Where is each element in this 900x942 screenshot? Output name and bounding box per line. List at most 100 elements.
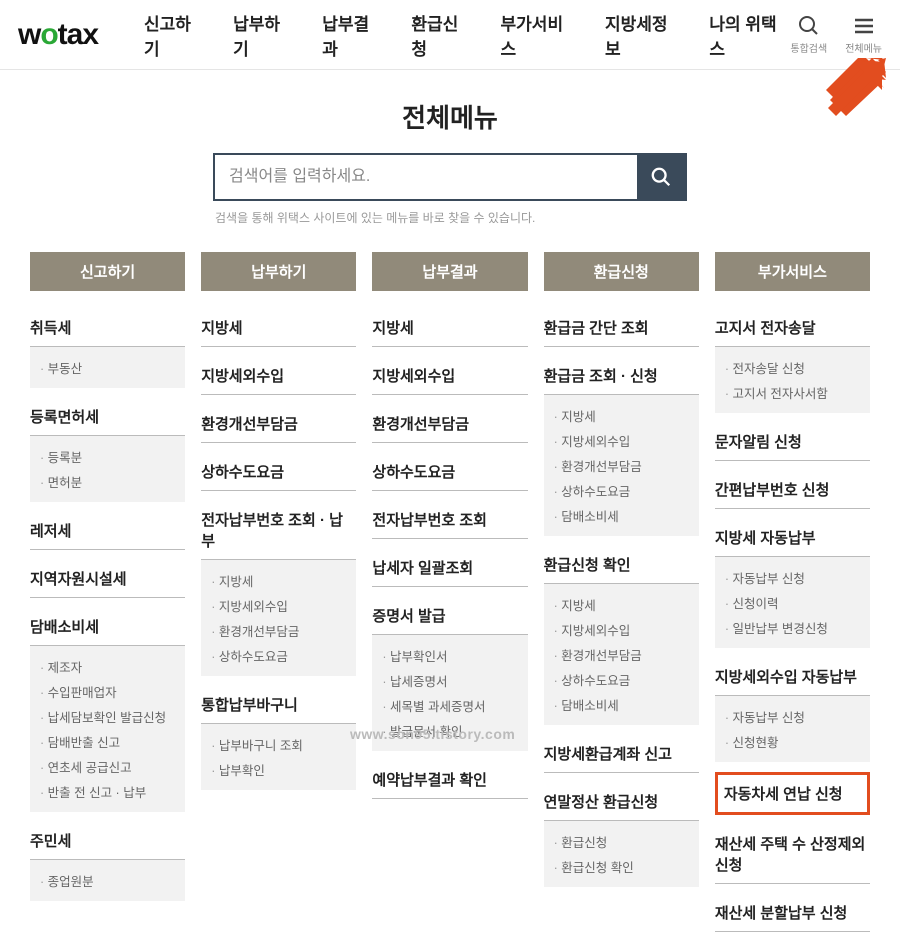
section-title[interactable]: 지방세외수입 자동납부 bbox=[715, 658, 870, 696]
column-header[interactable]: 납부결과 bbox=[372, 252, 527, 291]
nav-item[interactable]: 납부결과 bbox=[322, 10, 383, 60]
search-button[interactable] bbox=[637, 155, 685, 199]
section-title[interactable]: 간편납부번호 신청 bbox=[715, 471, 870, 509]
section-title[interactable]: 주민세 bbox=[30, 822, 185, 860]
section-title[interactable]: 상하수도요금 bbox=[372, 453, 527, 491]
nav-item[interactable]: 지방세정보 bbox=[605, 10, 681, 60]
list-item[interactable]: 자동납부 신청 bbox=[725, 704, 860, 729]
column-header[interactable]: 납부하기 bbox=[201, 252, 356, 291]
header-icons: 통합검색 전체메뉴 bbox=[790, 14, 882, 55]
list-item[interactable]: 지방세 bbox=[554, 403, 689, 428]
nav-item[interactable]: 신고하기 bbox=[144, 10, 205, 60]
menu-column: 납부결과지방세지방세외수입환경개선부담금상하수도요금전자납부번호 조회납세자 일… bbox=[372, 252, 527, 942]
column-header[interactable]: 환급신청 bbox=[544, 252, 699, 291]
section-title[interactable]: 환급신청 확인 bbox=[544, 546, 699, 584]
list-item[interactable]: 담배반출 신고 bbox=[40, 729, 175, 754]
list-item[interactable]: 전자송달 신청 bbox=[725, 355, 860, 380]
section-title[interactable]: 취득세 bbox=[30, 309, 185, 347]
menu-column: 신고하기취득세부동산등록면허세등록분면허분레저세지역자원시설세담배소비세제조자수… bbox=[30, 252, 185, 942]
sub-list: 부동산 bbox=[30, 347, 185, 388]
section-title[interactable]: 증명서 발급 bbox=[372, 597, 527, 635]
section-title[interactable]: 고지서 전자송달 bbox=[715, 309, 870, 347]
section-title[interactable]: 지방세환급계좌 신고 bbox=[544, 735, 699, 773]
nav-item[interactable]: 환급신청 bbox=[411, 10, 472, 60]
list-item[interactable]: 제조자 bbox=[40, 654, 175, 679]
list-item[interactable]: 환경개선부담금 bbox=[554, 642, 689, 667]
list-item[interactable]: 연초세 공급신고 bbox=[40, 754, 175, 779]
list-item[interactable]: 고지서 전자사서함 bbox=[725, 380, 860, 405]
logo[interactable]: wotax bbox=[18, 18, 98, 52]
list-item[interactable]: 수입판매업자 bbox=[40, 679, 175, 704]
section-title[interactable]: 지방세 자동납부 bbox=[715, 519, 870, 557]
list-item[interactable]: 지방세 bbox=[554, 592, 689, 617]
list-item[interactable]: 면허분 bbox=[40, 469, 175, 494]
list-item[interactable]: 지방세외수입 bbox=[211, 593, 346, 618]
list-item[interactable]: 납부확인서 bbox=[382, 643, 517, 668]
list-item[interactable]: 상하수도요금 bbox=[211, 643, 346, 668]
search-icon-label: 통합검색 bbox=[790, 40, 827, 55]
list-item[interactable]: 환급신청 bbox=[554, 829, 689, 854]
section-title[interactable]: 전자납부번호 조회 bbox=[372, 501, 527, 539]
list-item[interactable]: 세목별 과세증명서 bbox=[382, 693, 517, 718]
section-title[interactable]: 연말정산 환급신청 bbox=[544, 783, 699, 821]
list-item[interactable]: 신청현황 bbox=[725, 729, 860, 754]
list-item[interactable]: 상하수도요금 bbox=[554, 478, 689, 503]
list-item[interactable]: 종업원분 bbox=[40, 868, 175, 893]
search-icon bbox=[650, 166, 672, 188]
section-title[interactable]: 예약납부결과 확인 bbox=[372, 761, 527, 799]
list-item[interactable]: 납부확인 bbox=[211, 757, 346, 782]
nav-item[interactable]: 납부하기 bbox=[233, 10, 294, 60]
list-item[interactable]: 일반납부 변경신청 bbox=[725, 615, 860, 640]
list-item[interactable]: 상하수도요금 bbox=[554, 667, 689, 692]
section-title[interactable]: 환급금 조회 · 신청 bbox=[544, 357, 699, 395]
section-title[interactable]: 레저세 bbox=[30, 512, 185, 550]
top-nav: 신고하기 납부하기 납부결과 환급신청 부가서비스 지방세정보 나의 위택스 bbox=[144, 10, 790, 60]
section-title[interactable]: 납세자 일괄조회 bbox=[372, 549, 527, 587]
list-item[interactable]: 환경개선부담금 bbox=[211, 618, 346, 643]
list-item[interactable]: 신청이력 bbox=[725, 590, 860, 615]
section-title[interactable]: 지역자원시설세 bbox=[30, 560, 185, 598]
list-item[interactable]: 환경개선부담금 bbox=[554, 453, 689, 478]
list-item[interactable]: 납부바구니 조회 bbox=[211, 732, 346, 757]
section-title[interactable]: 전자납부번호 조회 · 납부 bbox=[201, 501, 356, 560]
nav-item[interactable]: 부가서비스 bbox=[501, 10, 577, 60]
section-title[interactable]: 환경개선부담금 bbox=[372, 405, 527, 443]
section-title[interactable]: 환경개선부담금 bbox=[201, 405, 356, 443]
section-title[interactable]: 환급금 간단 조회 bbox=[544, 309, 699, 347]
section-title[interactable]: 통합납부바구니 bbox=[201, 686, 356, 724]
list-item[interactable]: 담배소비세 bbox=[554, 692, 689, 717]
logo-w: w bbox=[18, 18, 40, 51]
section-title[interactable]: 지방세외수입 bbox=[201, 357, 356, 395]
column-header[interactable]: 부가서비스 bbox=[715, 252, 870, 291]
section-title[interactable]: 지방세 bbox=[372, 309, 527, 347]
section-title[interactable]: 상하수도요금 bbox=[201, 453, 356, 491]
list-item[interactable]: 등록분 bbox=[40, 444, 175, 469]
section-title[interactable]: 문자알림 신청 bbox=[715, 423, 870, 461]
all-menu-button[interactable]: 전체메뉴 bbox=[845, 14, 882, 55]
section-title[interactable]: 지방세외수입 bbox=[372, 357, 527, 395]
list-item[interactable]: 반출 전 신고 · 납부 bbox=[40, 779, 175, 804]
column-header[interactable]: 신고하기 bbox=[30, 252, 185, 291]
hamburger-icon bbox=[852, 14, 876, 38]
list-item[interactable]: 납세증명서 bbox=[382, 668, 517, 693]
list-item[interactable]: 부동산 bbox=[40, 355, 175, 380]
list-item[interactable]: 지방세외수입 bbox=[554, 428, 689, 453]
list-item[interactable]: 환급신청 확인 bbox=[554, 854, 689, 879]
section-title[interactable]: 자동차세 연납 신청 bbox=[715, 772, 870, 815]
list-item[interactable]: 담배소비세 bbox=[554, 503, 689, 528]
list-item[interactable]: 지방세외수입 bbox=[554, 617, 689, 642]
section-title[interactable]: 담배소비세 bbox=[30, 608, 185, 646]
menu-column: 부가서비스고지서 전자송달전자송달 신청고지서 전자사서함문자알림 신청간편납부… bbox=[715, 252, 870, 942]
list-item[interactable]: 납세담보확인 발급신청 bbox=[40, 704, 175, 729]
search-input[interactable] bbox=[215, 155, 637, 199]
search-box bbox=[213, 153, 687, 201]
section-title[interactable]: 지방세 bbox=[201, 309, 356, 347]
section-title[interactable]: 재산세 주택 수 산정제외 신청 bbox=[715, 825, 870, 884]
search-icon-button[interactable]: 통합검색 bbox=[790, 14, 827, 55]
nav-item[interactable]: 나의 위택스 bbox=[709, 10, 790, 60]
list-item[interactable]: 지방세 bbox=[211, 568, 346, 593]
section-title[interactable]: 등록면허세 bbox=[30, 398, 185, 436]
list-item[interactable]: 자동납부 신청 bbox=[725, 565, 860, 590]
list-item[interactable]: 발급문서 확인 bbox=[382, 718, 517, 743]
logo-o: o bbox=[40, 18, 57, 51]
